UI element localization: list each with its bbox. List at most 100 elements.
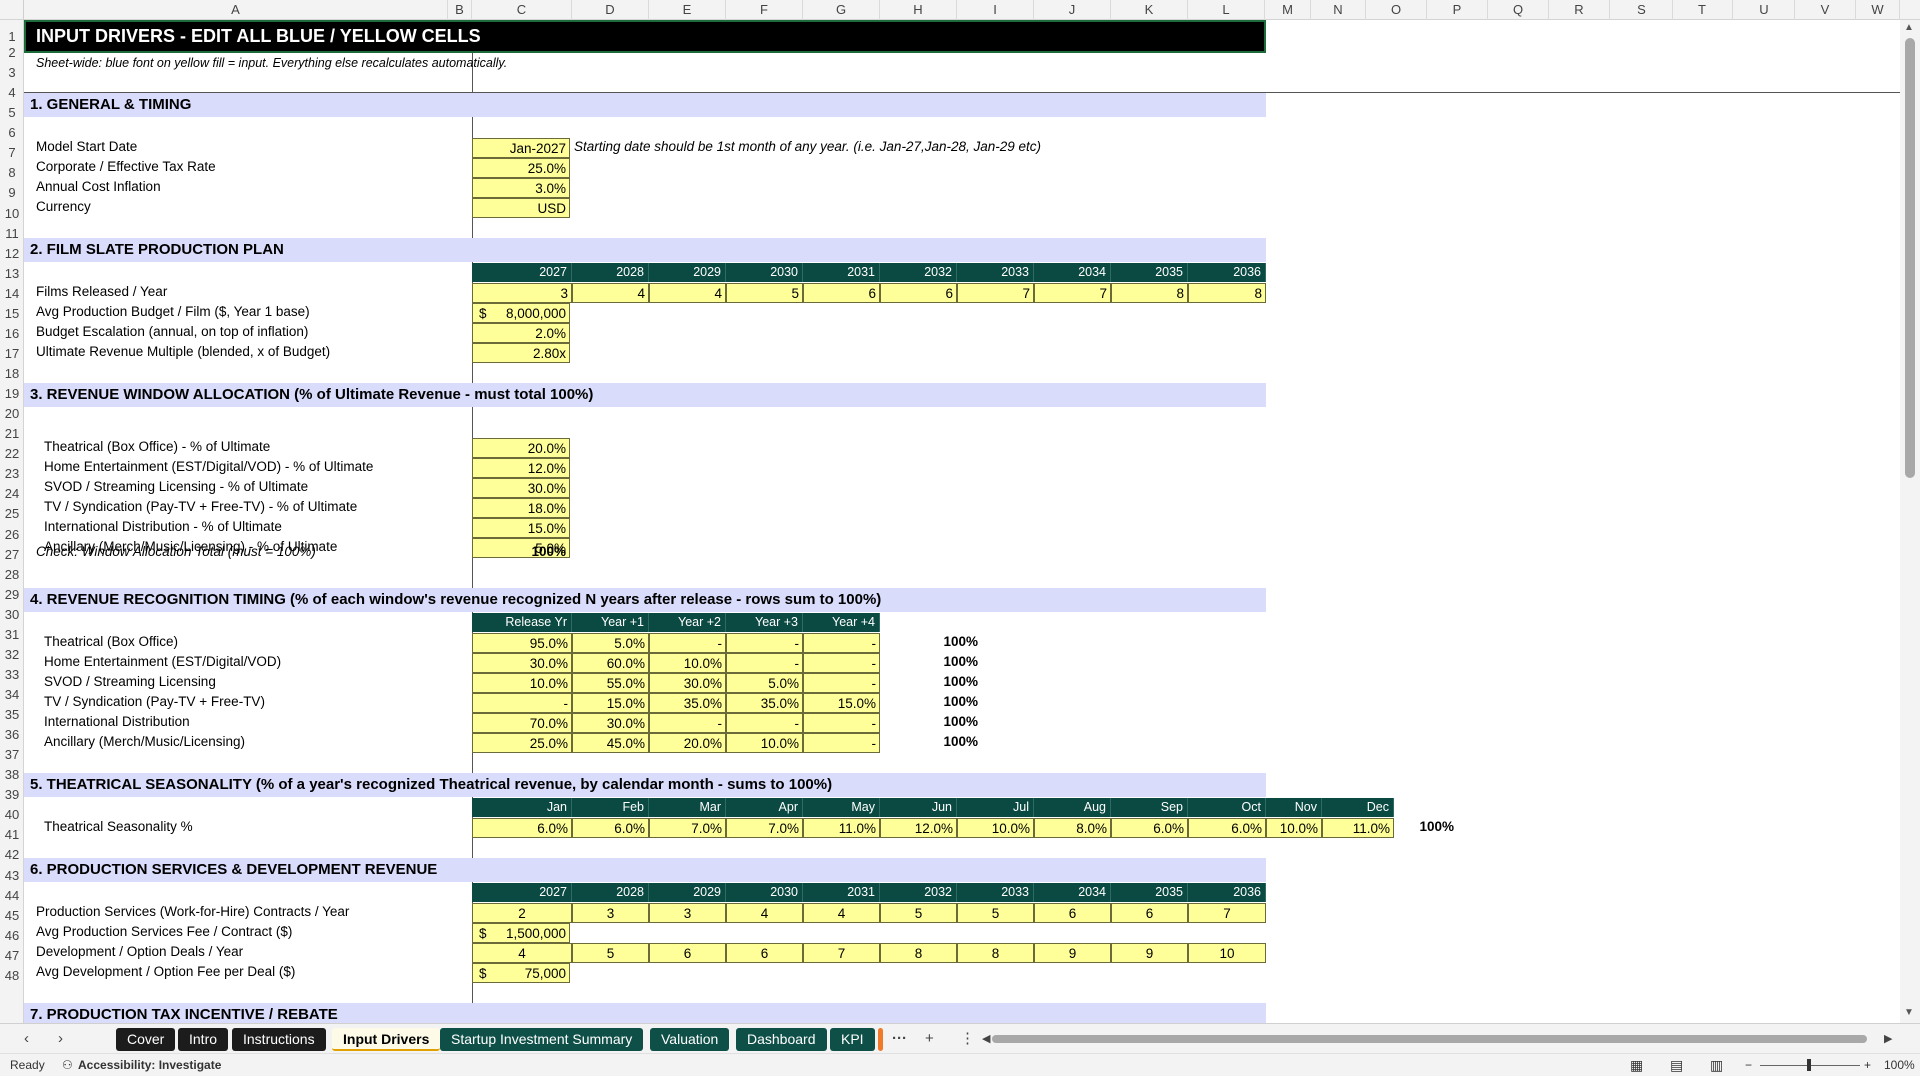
column-header-p[interactable]: P (1427, 0, 1488, 20)
timing-input[interactable]: 60.0% (572, 653, 649, 673)
deals-input[interactable]: 9 (1111, 943, 1188, 963)
row-header-20[interactable]: 20 (0, 405, 23, 423)
row-header-47[interactable]: 47 (0, 947, 23, 965)
row-header-21[interactable]: 21 (0, 425, 23, 443)
add-sheet-icon[interactable]: + (925, 1028, 934, 1050)
currency-input[interactable]: USD (472, 198, 570, 218)
scroll-down-arrow-icon[interactable]: ▼ (1904, 1007, 1914, 1018)
timing-input[interactable]: 35.0% (649, 693, 726, 713)
seasonality-input[interactable]: 10.0% (957, 818, 1034, 838)
contracts-input[interactable]: 3 (649, 903, 726, 923)
seasonality-input[interactable]: 11.0% (1322, 818, 1394, 838)
seasonality-input[interactable]: 10.0% (1266, 818, 1322, 838)
seasonality-input[interactable]: 12.0% (880, 818, 957, 838)
deals-input[interactable]: 8 (957, 943, 1034, 963)
scroll-up-arrow-icon[interactable]: ▲ (1904, 22, 1914, 33)
timing-input[interactable]: - (649, 713, 726, 733)
timing-input[interactable]: - (803, 673, 880, 693)
timing-input[interactable]: 5.0% (572, 633, 649, 653)
films-released-input[interactable]: 6 (880, 283, 957, 303)
row-header-48[interactable]: 48 (0, 967, 23, 985)
window-allocation-input[interactable]: 18.0% (472, 498, 570, 518)
seasonality-input[interactable]: 11.0% (803, 818, 880, 838)
row-header-13[interactable]: 13 (0, 265, 23, 283)
window-allocation-input[interactable]: 20.0% (472, 438, 570, 458)
column-header-u[interactable]: U (1734, 0, 1795, 20)
timing-input[interactable]: - (726, 653, 803, 673)
deals-input[interactable]: 9 (1034, 943, 1111, 963)
row-header-45[interactable]: 45 (0, 907, 23, 925)
row-header-25[interactable]: 25 (0, 505, 23, 523)
zoom-slider-handle[interactable] (1807, 1059, 1811, 1071)
column-header-j[interactable]: J (1034, 0, 1111, 20)
contracts-input[interactable]: 2 (472, 903, 572, 923)
timing-input[interactable]: 15.0% (803, 693, 880, 713)
row-header-33[interactable]: 33 (0, 666, 23, 684)
column-header-w[interactable]: W (1856, 0, 1900, 20)
row-header-10[interactable]: 10 (0, 205, 23, 223)
column-header-v[interactable]: V (1795, 0, 1856, 20)
contracts-input[interactable]: 3 (572, 903, 649, 923)
timing-input[interactable]: - (726, 713, 803, 733)
timing-input[interactable]: 30.0% (472, 653, 572, 673)
row-header-37[interactable]: 37 (0, 746, 23, 764)
zoom-in-icon[interactable]: + (1864, 1054, 1871, 1076)
row-header-3[interactable]: 3 (0, 64, 23, 82)
seasonality-input[interactable]: 6.0% (1111, 818, 1188, 838)
seasonality-input[interactable]: 7.0% (726, 818, 803, 838)
sheet-tab-valuation[interactable]: Valuation (650, 1028, 730, 1051)
tab-scroll-right-icon[interactable]: › (58, 1028, 63, 1050)
timing-input[interactable]: 55.0% (572, 673, 649, 693)
row-header-26[interactable]: 26 (0, 526, 23, 544)
films-released-input[interactable]: 4 (649, 283, 726, 303)
column-header-q[interactable]: Q (1488, 0, 1549, 20)
row-header-12[interactable]: 12 (0, 245, 23, 263)
column-header-s[interactable]: S (1611, 0, 1673, 20)
page-break-view-icon[interactable]: ▥ (1710, 1054, 1723, 1076)
row-header-46[interactable]: 46 (0, 927, 23, 945)
window-allocation-input[interactable]: 30.0% (472, 478, 570, 498)
timing-input[interactable]: - (803, 633, 880, 653)
contracts-input[interactable]: 5 (957, 903, 1034, 923)
row-header-23[interactable]: 23 (0, 465, 23, 483)
column-header-h[interactable]: H (880, 0, 957, 20)
row-header-22[interactable]: 22 (0, 445, 23, 463)
row-header-40[interactable]: 40 (0, 806, 23, 824)
films-released-input[interactable]: 5 (726, 283, 803, 303)
row-header-29[interactable]: 29 (0, 586, 23, 604)
select-all-corner[interactable] (0, 0, 24, 20)
row-header-35[interactable]: 35 (0, 706, 23, 724)
deals-input[interactable]: 5 (572, 943, 649, 963)
row-header-5[interactable]: 5 (0, 104, 23, 122)
sheet-tab-input-drivers[interactable]: Input Drivers (332, 1028, 441, 1051)
column-header-n[interactable]: N (1311, 0, 1366, 20)
row-header-36[interactable]: 36 (0, 726, 23, 744)
column-header-d[interactable]: D (572, 0, 649, 20)
column-header-i[interactable]: I (957, 0, 1034, 20)
escalation-input[interactable]: 2.0% (472, 323, 570, 343)
films-released-input[interactable]: 7 (957, 283, 1034, 303)
contracts-input[interactable]: 4 (726, 903, 803, 923)
deals-input[interactable]: 8 (880, 943, 957, 963)
films-released-input[interactable]: 6 (803, 283, 880, 303)
row-header-32[interactable]: 32 (0, 646, 23, 664)
deals-input[interactable]: 7 (803, 943, 880, 963)
column-header-t[interactable]: T (1672, 0, 1733, 20)
column-header-b[interactable]: B (448, 0, 472, 20)
services-fee-input[interactable]: $1,500,000 (472, 923, 570, 943)
row-header-19[interactable]: 19 (0, 385, 23, 403)
timing-input[interactable]: 45.0% (572, 733, 649, 753)
sheet-menu-icon[interactable]: ⋮ (960, 1028, 975, 1050)
row-header-34[interactable]: 34 (0, 686, 23, 704)
seasonality-input[interactable]: 6.0% (472, 818, 572, 838)
hscroll-left-icon[interactable]: ◀ (982, 1028, 990, 1050)
column-header-e[interactable]: E (649, 0, 726, 20)
row-header-27[interactable]: 27 (0, 546, 23, 564)
contracts-input[interactable]: 5 (880, 903, 957, 923)
timing-input[interactable]: 25.0% (472, 733, 572, 753)
column-header-r[interactable]: R (1549, 0, 1610, 20)
deals-input[interactable]: 6 (726, 943, 803, 963)
tab-scroll-left-icon[interactable]: ‹ (24, 1028, 29, 1050)
sheet-tab-instructions[interactable]: Instructions (232, 1028, 326, 1051)
sheet-tab-cover[interactable]: Cover (116, 1028, 176, 1051)
